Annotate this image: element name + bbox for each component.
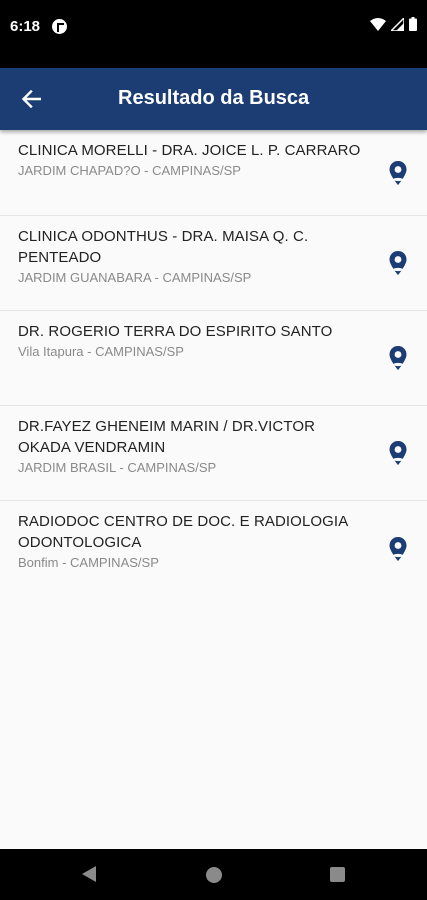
results-container: CLINICA MORELLI - DRA. JOICE L. P. CARRA…: [0, 130, 427, 849]
list-item[interactable]: CLINICA MORELLI - DRA. JOICE L. P. CARRA…: [0, 130, 427, 216]
list-item[interactable]: RADIODOC CENTRO DE DOC. E RADIOLOGIA ODO…: [0, 501, 427, 596]
nav-home-icon[interactable]: [206, 867, 222, 883]
nav-back-icon[interactable]: [81, 865, 97, 883]
status-icons: [370, 17, 417, 31]
list-item[interactable]: DR. ROGERIO TERRA DO ESPIRITO SANTO Vila…: [0, 311, 427, 406]
arrow-left-icon: [21, 90, 41, 108]
result-address: Vila Itapura - CAMPINAS/SP: [18, 344, 184, 359]
result-address: Bonfim - CAMPINAS/SP: [18, 555, 159, 570]
map-pin-icon[interactable]: [389, 346, 407, 370]
app-notification-icon: [52, 19, 67, 34]
result-address: JARDIM BRASIL - CAMPINAS/SP: [18, 460, 217, 475]
result-name: DR.FAYEZ GHENEIM MARIN / DR.VICTOR OKADA…: [18, 418, 316, 456]
battery-icon: [409, 17, 417, 31]
map-pin-icon[interactable]: [389, 441, 407, 465]
status-bar: 6:18: [0, 0, 427, 68]
map-pin-icon[interactable]: [389, 160, 407, 185]
result-name: CLINICA MORELLI - DRA. JOICE L. P. CARRA…: [18, 142, 361, 159]
result-name: DR. ROGERIO TERRA DO ESPIRITO SANTO: [18, 323, 333, 340]
nav-recents-icon[interactable]: [330, 867, 345, 882]
result-name: CLINICA ODONTHUS - DRA. MAISA Q. C. PENT…: [18, 228, 309, 266]
result-name: RADIODOC CENTRO DE DOC. E RADIOLOGIA ODO…: [18, 513, 348, 551]
app-bar: Resultado da Busca: [0, 68, 427, 130]
status-time: 6:18: [10, 18, 41, 35]
result-address: JARDIM CHAPAD?O - CAMPINAS/SP: [18, 163, 241, 178]
result-address: JARDIM GUANABARA - CAMPINAS/SP: [18, 270, 252, 285]
wifi-icon: [370, 17, 386, 31]
page-title: Resultado da Busca: [118, 87, 310, 109]
map-pin-icon[interactable]: [389, 251, 407, 275]
system-nav-bar: [0, 849, 427, 900]
back-button[interactable]: [14, 82, 48, 116]
list-item[interactable]: DR.FAYEZ GHENEIM MARIN / DR.VICTOR OKADA…: [0, 406, 427, 501]
list-item[interactable]: CLINICA ODONTHUS - DRA. MAISA Q. C. PENT…: [0, 216, 427, 311]
map-pin-icon[interactable]: [389, 536, 407, 561]
result-list: CLINICA MORELLI - DRA. JOICE L. P. CARRA…: [0, 130, 427, 596]
signal-icon: [391, 17, 404, 31]
